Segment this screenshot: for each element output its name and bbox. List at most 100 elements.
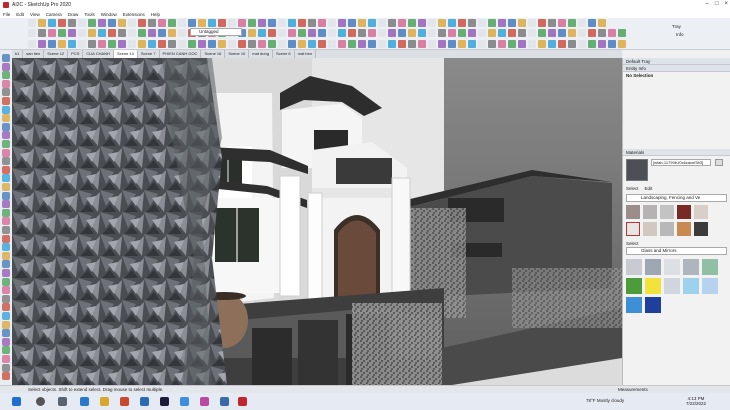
tab-scene-cua-chanh[interactable]: CUA CHANH (83, 50, 114, 58)
toolbar-tool-icon[interactable] (588, 19, 596, 27)
left-tool-icon[interactable] (2, 303, 10, 312)
toolbar-tool-icon[interactable] (528, 29, 536, 37)
toolbar-tool-icon[interactable] (448, 40, 456, 48)
left-tool-icon[interactable] (2, 208, 10, 217)
minimize-icon[interactable]: – (706, 1, 709, 7)
material-name-field[interactable]: [wfab-11799b-f0c6cacef3b3] (651, 159, 711, 166)
material-tile[interactable] (694, 205, 708, 219)
toolbar-tool-icon[interactable] (168, 29, 176, 37)
left-tool-icon[interactable] (2, 174, 10, 183)
toolbar-tool-icon[interactable] (368, 19, 376, 27)
menu-help[interactable]: Help (151, 12, 160, 17)
toolbar-tool-icon[interactable] (98, 19, 106, 27)
task-view-icon[interactable] (58, 397, 67, 406)
toolbar-tool-icon[interactable] (548, 40, 556, 48)
toolbar-tool-icon[interactable] (248, 29, 256, 37)
toolbar-tool-icon[interactable] (598, 40, 606, 48)
toolbar-tool-icon[interactable] (298, 29, 306, 37)
toolbar-tool-icon[interactable] (68, 40, 76, 48)
toolbar-tool-icon[interactable] (198, 40, 206, 48)
toolbar-tool-icon[interactable] (388, 40, 396, 48)
toolbar-tool-icon[interactable] (218, 40, 226, 48)
material-tile[interactable] (694, 222, 708, 236)
menu-file[interactable]: File (3, 12, 10, 17)
tab-scene-12[interactable]: Scene 12 (44, 50, 69, 58)
toolbar-tool-icon[interactable] (488, 19, 496, 27)
toolbar-tool-icon[interactable] (58, 19, 66, 27)
left-tool-icon[interactable] (2, 148, 10, 157)
tab-scene-mat-ben[interactable]: mat ben (295, 50, 317, 58)
menu-draw[interactable]: Draw (68, 12, 79, 17)
material-tile[interactable] (660, 222, 674, 236)
material-tile[interactable] (683, 259, 699, 275)
menu-tools[interactable]: Tools (84, 12, 95, 17)
tab-scene-10[interactable]: Scene 10 (225, 50, 250, 58)
material-tile[interactable] (664, 259, 680, 275)
toolbar-tool-icon[interactable] (178, 29, 186, 37)
toolbar-tool-icon[interactable] (378, 40, 386, 48)
material-tile[interactable] (626, 259, 642, 275)
sketchup-icon[interactable] (238, 397, 247, 406)
toolbar-tool-icon[interactable] (158, 40, 166, 48)
left-tool-icon[interactable] (2, 88, 10, 97)
toolbar-tool-icon[interactable] (248, 40, 256, 48)
toolbar-tool-icon[interactable] (278, 40, 286, 48)
toolbar-tool-icon[interactable] (508, 40, 516, 48)
tab-scene-16[interactable]: Scene 16 (201, 50, 226, 58)
start-icon[interactable] (12, 397, 21, 406)
toolbar-tool-icon[interactable] (398, 29, 406, 37)
toolbar-tool-icon[interactable] (568, 29, 576, 37)
toolbar-tool-icon[interactable] (48, 29, 56, 37)
toolbar-tool-icon[interactable] (328, 29, 336, 37)
toolbar-tool-icon[interactable] (308, 19, 316, 27)
menu-window[interactable]: Window (101, 12, 117, 17)
toolbar-tool-icon[interactable] (348, 40, 356, 48)
toolbar-tool-icon[interactable] (478, 29, 486, 37)
material-tile[interactable] (677, 205, 691, 219)
tab-scene-k1[interactable]: k1 (12, 50, 24, 58)
toolbar-tool-icon[interactable] (438, 40, 446, 48)
left-tool-icon[interactable] (2, 294, 10, 303)
left-tool-icon[interactable] (2, 277, 10, 286)
toolbar-tool-icon[interactable] (138, 29, 146, 37)
toolbar-tool-icon[interactable] (388, 19, 396, 27)
left-tool-icon[interactable] (2, 226, 10, 234)
toolbar-tool-icon[interactable] (38, 29, 46, 37)
clock[interactable]: 4:13 PM 7/22/2022 (686, 396, 706, 406)
toolbar-tool-icon[interactable] (158, 29, 166, 37)
photoshop-icon[interactable] (160, 397, 169, 406)
toolbar-tool-icon[interactable] (208, 40, 216, 48)
toolbar-tool-icon[interactable] (118, 19, 126, 27)
toolbar-tool-icon[interactable] (108, 19, 116, 27)
toolbar-tool-icon[interactable] (478, 19, 486, 27)
toolbar-tool-icon[interactable] (408, 29, 416, 37)
toolbar-tool-icon[interactable] (168, 19, 176, 27)
toolbar-tool-icon[interactable] (308, 40, 316, 48)
left-tool-icon[interactable] (2, 71, 10, 80)
toolbar-tool-icon[interactable] (188, 40, 196, 48)
toolbar-tool-icon[interactable] (438, 19, 446, 27)
left-tool-icon[interactable] (2, 54, 10, 62)
toolbar-tool-icon[interactable] (218, 19, 226, 27)
toolbar-tool-icon[interactable] (358, 40, 366, 48)
toolbar-tool-icon[interactable] (78, 29, 86, 37)
left-tool-icon[interactable] (2, 140, 10, 148)
toolbar-tool-icon[interactable] (478, 40, 486, 48)
toolbar-tool-icon[interactable] (48, 40, 56, 48)
toolbar-tool-icon[interactable] (128, 40, 136, 48)
toolbar-tool-icon[interactable] (588, 40, 596, 48)
toolbar-tool-icon[interactable] (98, 40, 106, 48)
material-tile[interactable] (626, 278, 642, 294)
menu-camera[interactable]: Camera (46, 12, 62, 17)
toolbar-tool-icon[interactable] (468, 40, 476, 48)
toolbar-tool-icon[interactable] (288, 19, 296, 27)
material-tile[interactable] (677, 222, 691, 236)
menu-edit[interactable]: Edit (16, 12, 24, 17)
left-tool-icon[interactable] (2, 97, 10, 105)
toolbar-tool-icon[interactable] (28, 29, 36, 37)
material-library-select[interactable]: Landscaping, Fencing and Ve (626, 194, 727, 202)
toolbar-tool-icon[interactable] (28, 40, 36, 48)
app-icon[interactable] (200, 397, 209, 406)
close-icon[interactable]: × (724, 1, 728, 7)
app-icon[interactable] (180, 397, 189, 406)
